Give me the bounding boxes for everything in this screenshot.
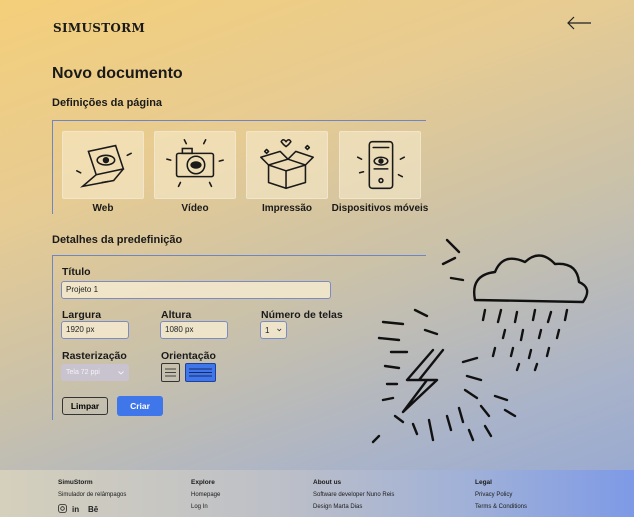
screens-select[interactable]: 1 [260, 321, 287, 339]
footer-link-terms[interactable]: Terms & Conditions [475, 504, 527, 510]
camera-eye-icon [166, 138, 224, 188]
raster-value: Tela 72 ppi [66, 369, 100, 376]
laptop-eye-icon [76, 144, 132, 188]
chevron-down-icon [118, 370, 124, 375]
brand-logo[interactable]: SIMUSTORM [53, 21, 145, 35]
screens-label: Número de telas [261, 309, 343, 321]
screens-value: 1 [265, 325, 270, 335]
chevron-down-icon [277, 328, 282, 332]
phone-eye-icon [356, 140, 406, 190]
instagram-icon[interactable] [58, 504, 67, 513]
footer-link-design[interactable]: Design Marta Dias [313, 504, 394, 510]
footer-heading: SimuStorm [58, 479, 93, 486]
lines-icon [189, 368, 212, 377]
raster-label: Rasterização [62, 350, 127, 362]
title-label: Título [62, 266, 91, 278]
social-links: in Bē [58, 504, 126, 513]
card-label-mobile: Dispositivos móveis [331, 203, 429, 214]
orientation-landscape-option[interactable] [185, 363, 216, 382]
card-video[interactable] [154, 131, 236, 199]
card-mobile[interactable] [339, 131, 421, 199]
footer-link[interactable]: Simulador de relâmpagos [58, 492, 126, 498]
storm-illustration [371, 238, 589, 444]
footer-link-developer[interactable]: Software developer Nuno Reis [313, 492, 394, 498]
width-input[interactable]: 1920 px [61, 321, 129, 339]
clear-button[interactable]: Limpar [62, 397, 108, 415]
footer-heading: Explore [191, 479, 215, 486]
footer-col-about: About us Software developer Nuno Reis De… [313, 479, 394, 516]
section-title-preset-details: Detalhes da predefinição [52, 234, 183, 246]
footer-col-legal: Legal Privacy Policy Terms & Conditions [475, 479, 527, 516]
svg-text:Bē: Bē [88, 505, 99, 513]
card-print[interactable] [246, 131, 328, 199]
card-label-web: Web [92, 203, 114, 214]
footer-heading: About us [313, 479, 342, 486]
orientation-label: Orientação [161, 350, 216, 362]
title-input[interactable]: Projeto 1 [61, 281, 331, 299]
height-input[interactable]: 1080 px [160, 321, 228, 339]
height-label: Altura [161, 309, 192, 321]
lines-icon [165, 368, 176, 377]
footer-heading: Legal [475, 479, 492, 486]
linkedin-icon[interactable]: in [72, 504, 83, 513]
card-label-print: Impressão [261, 203, 313, 214]
width-label: Largura [62, 309, 102, 321]
footer-link-login[interactable]: Log In [191, 504, 220, 510]
card-web[interactable] [62, 131, 144, 199]
footer-col-simustorm: SimuStorm Simulador de relâmpagos in Bē [58, 479, 126, 513]
behance-icon[interactable]: Bē [88, 504, 99, 513]
create-button[interactable]: Criar [117, 396, 163, 416]
footer-link-privacy[interactable]: Privacy Policy [475, 492, 527, 498]
raster-select[interactable]: Tela 72 ppi [61, 364, 129, 381]
box-hearts-icon [260, 139, 314, 190]
orientation-portrait-option[interactable] [161, 363, 180, 382]
back-arrow-icon[interactable] [566, 14, 592, 32]
svg-text:in: in [72, 505, 79, 513]
footer-col-explore: Explore Homepage Log In [191, 479, 220, 516]
card-label-video: Vídeo [181, 203, 209, 214]
section-title-page-settings: Definições da página [52, 97, 163, 109]
page-title: Novo documento [52, 65, 183, 82]
footer-link-homepage[interactable]: Homepage [191, 492, 220, 498]
